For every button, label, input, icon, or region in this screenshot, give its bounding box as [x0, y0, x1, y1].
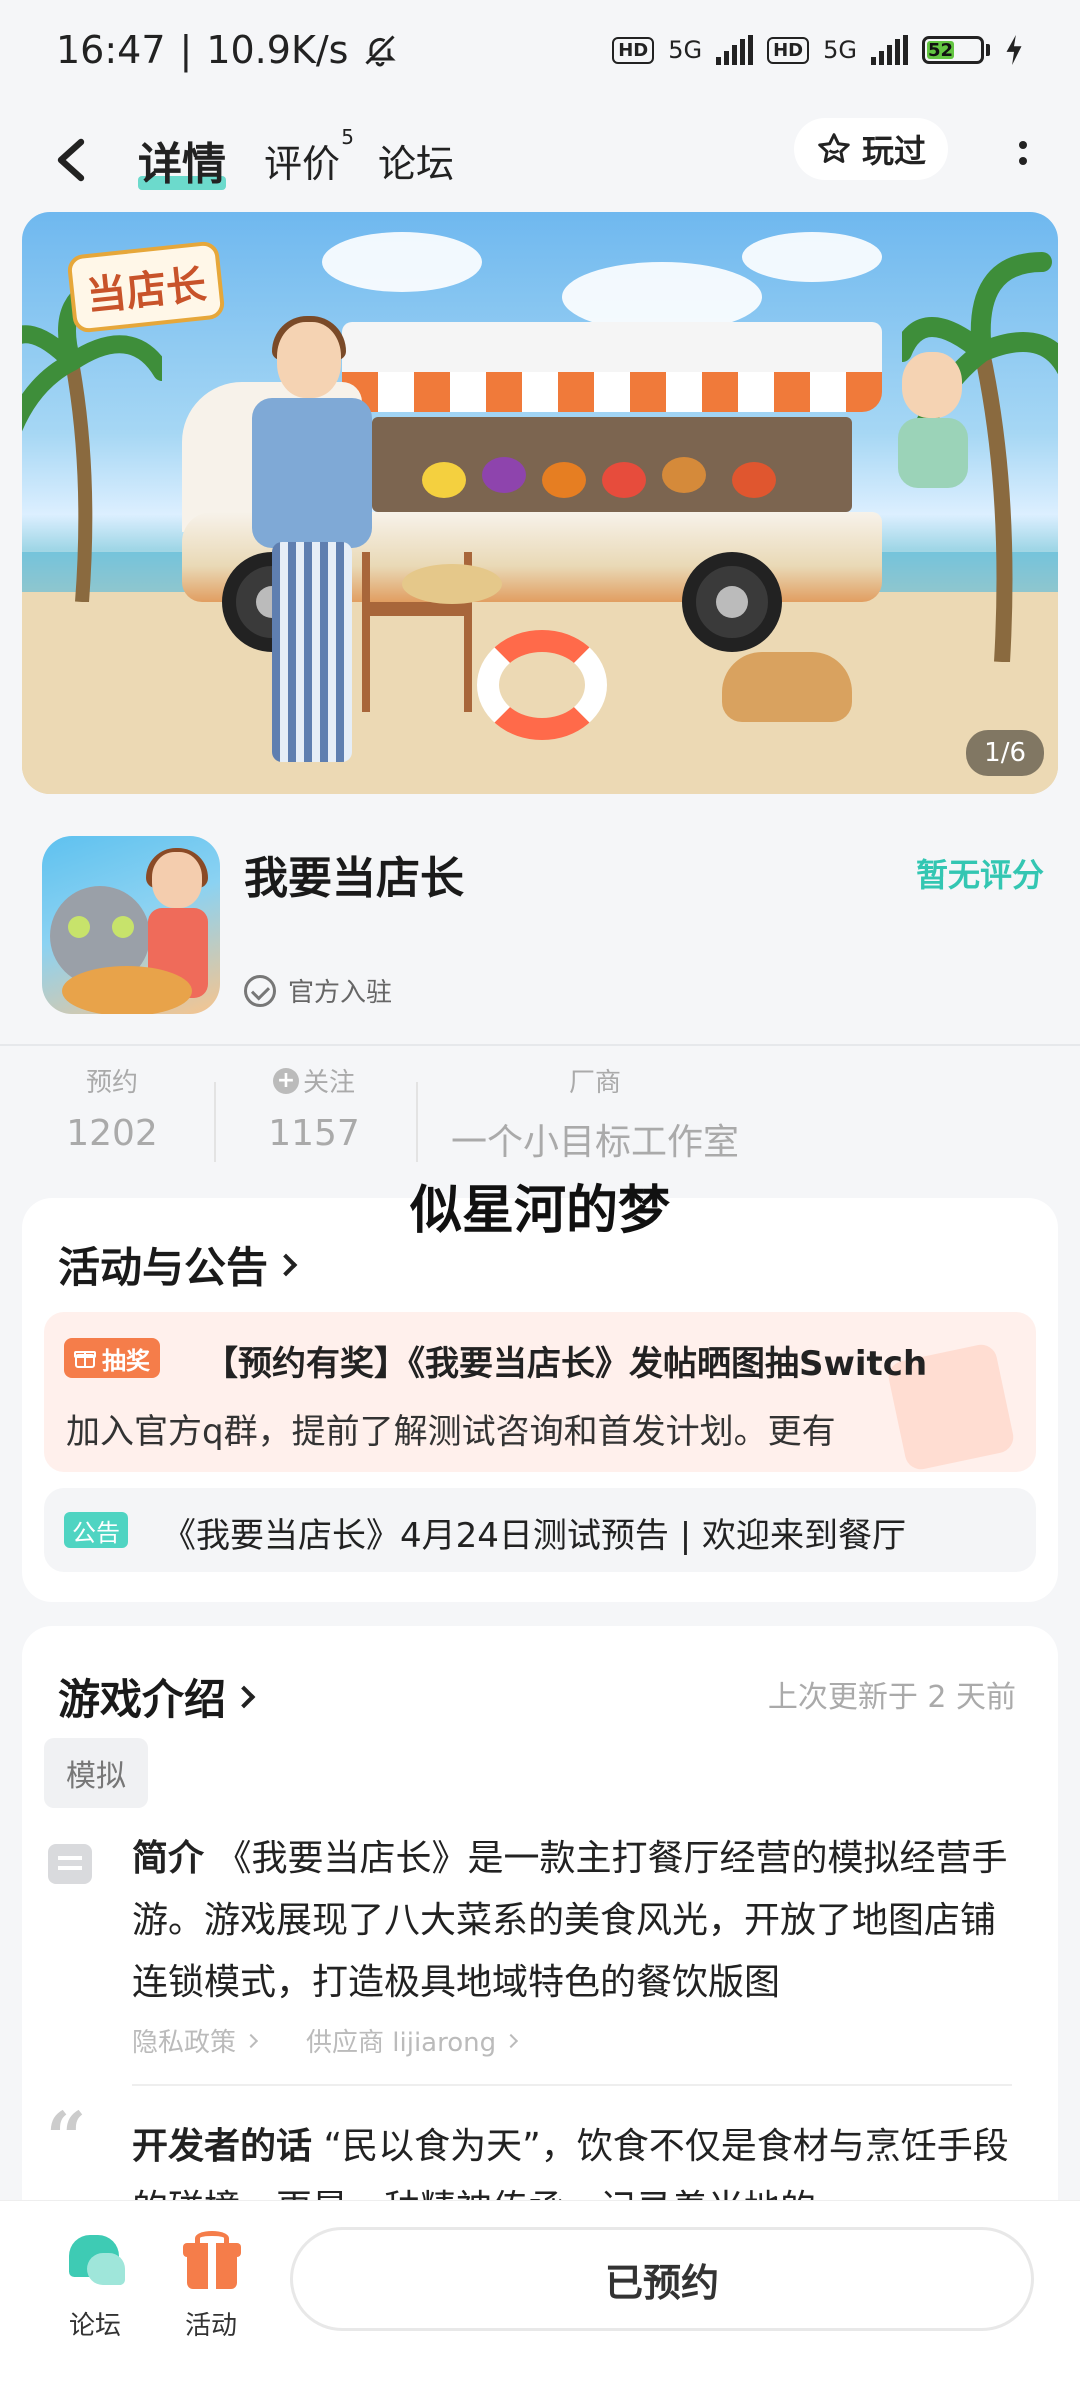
- signal-icon: [716, 35, 754, 65]
- official-label: 官方入驻: [288, 978, 393, 1008]
- signal-icon: [871, 35, 908, 65]
- chevron-right-icon: [274, 1253, 298, 1276]
- reserved-button[interactable]: 已预约: [290, 2227, 1034, 2331]
- status-left: 16:47 | 10.9K/s: [56, 28, 398, 72]
- top-nav: 详情 评价 5 论坛 玩过: [0, 110, 1080, 210]
- carousel-counter: 1/6: [966, 730, 1044, 776]
- girl-character: [892, 348, 972, 492]
- gift-icon: [74, 1351, 96, 1368]
- status-speed: 10.9K/s: [206, 28, 349, 72]
- summary-text: 《我要当店长》是一款主打餐厅经营的模拟经营手游。游戏展现了八大菜系的美食风光，开…: [132, 1838, 1008, 2003]
- app-name: 我要当店长: [244, 853, 464, 904]
- hd-badge: HD: [767, 36, 810, 64]
- network-label: 5G: [668, 36, 703, 64]
- follow-plus-icon: +: [272, 1067, 299, 1094]
- lottery-badge: 抽奖: [64, 1338, 160, 1378]
- rating-text: 暂无评分: [915, 856, 1044, 894]
- username-overlay: 似星河的梦: [409, 1181, 670, 1241]
- gift-icon: [179, 2231, 243, 2291]
- bell-off-icon: [365, 35, 397, 67]
- cloud: [322, 232, 482, 292]
- last-updated: 上次更新于 2 天前: [767, 1680, 1016, 1715]
- quote-icon: “: [46, 2096, 87, 2179]
- check-circle-icon: [244, 974, 276, 1007]
- summary-icon: [48, 1844, 92, 1884]
- notice-text: 《我要当店长》4月24日测试预告 | 欢迎来到餐厅: [162, 1516, 906, 1556]
- network-label: 5G: [823, 36, 857, 64]
- stats-row: 预约 1202 + 关注 1157 厂商 一个小目标工作室: [0, 1062, 1080, 1182]
- app-info: 我要当店长 暂无评分 官方入驻: [0, 820, 1080, 1030]
- status-time: 16:47: [56, 28, 166, 72]
- app-icon: [42, 836, 220, 1014]
- tab-reviews[interactable]: 评价 5: [264, 125, 354, 188]
- tab-details[interactable]: 详情: [138, 128, 226, 192]
- divider: [132, 2084, 1012, 2086]
- straw-hat: [402, 564, 502, 604]
- boy-character: [232, 316, 382, 782]
- battery-level: 52: [927, 39, 955, 61]
- bottom-forum-label: 论坛: [68, 2311, 121, 2341]
- bottom-activity-label: 活动: [184, 2311, 237, 2341]
- played-label: 玩过: [861, 132, 926, 170]
- summary-lead: 简介: [132, 1838, 205, 1879]
- bottom-forum-button[interactable]: 论坛: [40, 2231, 150, 2342]
- charging-icon: [1006, 35, 1022, 65]
- star-icon: [818, 133, 850, 163]
- intro-title[interactable]: 游戏介绍: [58, 1666, 256, 1727]
- more-menu-button[interactable]: [1008, 128, 1038, 178]
- forum-chat-icon: [63, 2231, 127, 2291]
- divider: [0, 1044, 1080, 1046]
- activities-card: 活动与公告 抽奖 【预约有奖】《我要当店长》发帖晒图抽Switch 加入官方q群…: [22, 1198, 1058, 1602]
- reviews-count-badge: 5: [341, 124, 355, 149]
- summary[interactable]: 简介 《我要当店长》是一款主打餐厅经营的模拟经营手游。游戏展现了八大菜系的美食风…: [132, 1828, 1012, 2014]
- stat-follow: + 关注 1157: [268, 1067, 360, 1154]
- cloud: [742, 232, 882, 282]
- chevron-right-icon: [232, 1685, 256, 1708]
- life-ring: [477, 630, 607, 740]
- hd-badge: HD: [612, 36, 655, 64]
- links-row: 隐私政策 供应商 lijiarong: [132, 2022, 519, 2059]
- activities-title[interactable]: 活动与公告: [58, 1234, 298, 1295]
- status-right: HD 5G HD 5G 52: [612, 35, 1024, 65]
- battery-icon: 52: [922, 36, 990, 64]
- chevron-right-icon: [504, 2033, 519, 2048]
- chevron-right-icon: [243, 2033, 259, 2048]
- supplier-link[interactable]: 供应商 lijiarong: [306, 2022, 519, 2059]
- stat-vendor[interactable]: 厂商 一个小目标工作室: [430, 1062, 760, 1165]
- dog: [722, 652, 852, 722]
- screenshot-carousel[interactable]: 当店长 1/6: [22, 212, 1058, 794]
- official-badge: 官方入驻: [244, 972, 392, 1009]
- notice-badge: 公告: [64, 1512, 128, 1548]
- status-bar: 16:47 | 10.9K/s HD 5G HD 5G 52: [0, 0, 1080, 100]
- notice-item[interactable]: 公告 《我要当店长》4月24日测试预告 | 欢迎来到餐厅: [44, 1488, 1036, 1572]
- promo-item[interactable]: 抽奖 【预约有奖】《我要当店长》发帖晒图抽Switch 加入官方q群，提前了解测…: [44, 1312, 1036, 1472]
- intro-card: 游戏介绍 上次更新于 2 天前 模拟 简介 《我要当店长》是一款主打餐厅经营的模…: [22, 1626, 1058, 2286]
- bottom-activity-button[interactable]: 活动: [156, 2231, 266, 2342]
- back-arrow-icon: [57, 138, 85, 182]
- promo-title: 【预约有奖】《我要当店长》发帖晒图抽Switch: [204, 1344, 928, 1384]
- developer-note-lead: 开发者的话: [132, 2126, 313, 2167]
- privacy-link[interactable]: 隐私政策: [132, 2022, 259, 2059]
- genre-tag[interactable]: 模拟: [44, 1738, 148, 1808]
- tab-forum[interactable]: 论坛: [378, 133, 454, 188]
- promo-subtitle: 加入官方q群，提前了解测试咨询和首发计划。更有: [66, 1412, 836, 1452]
- stat-reserve: 预约 1202: [66, 1068, 158, 1154]
- played-button[interactable]: 玩过: [793, 118, 948, 180]
- game-logo: 当店长: [66, 240, 226, 334]
- bottom-bar: 论坛 活动 已预约: [0, 2200, 1080, 2400]
- back-button[interactable]: [40, 130, 100, 190]
